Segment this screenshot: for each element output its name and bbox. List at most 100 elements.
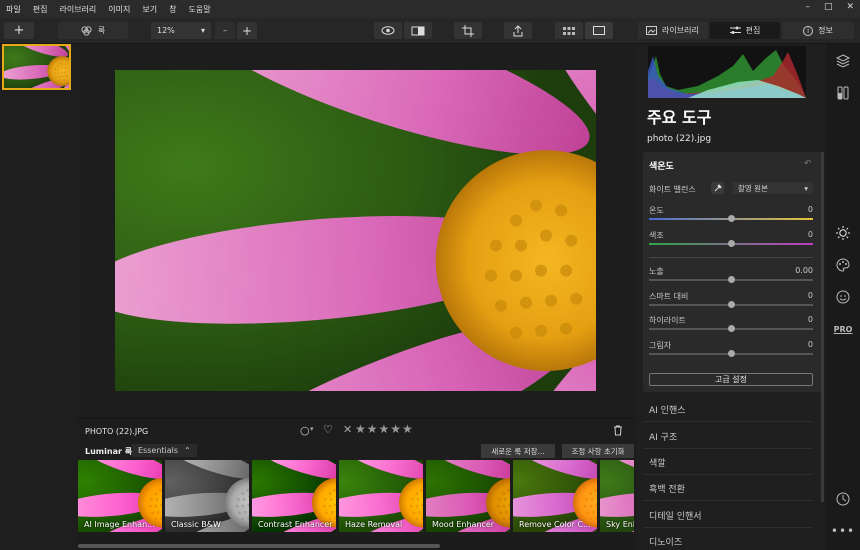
palette-icon[interactable] — [834, 256, 852, 274]
tab-library[interactable]: 라이브러리 — [638, 22, 708, 39]
more-icon[interactable]: ••• — [831, 522, 854, 540]
thumbnail-image — [4, 46, 69, 88]
smile-icon[interactable] — [834, 288, 852, 306]
preview-button[interactable] — [374, 22, 402, 39]
slider-label: 스마트 대비 — [649, 292, 689, 301]
look-thumbnail[interactable]: Haze Removal — [339, 460, 423, 532]
menu-library[interactable]: 라이브러리 — [59, 4, 96, 15]
look-label: Mood Enhancer — [432, 520, 495, 529]
minimize-button[interactable]: – — [805, 2, 810, 12]
toolbar: + 룩 12% ▾ – + 라이브러리 편집 i 정보 — [0, 18, 860, 44]
adjust-icon[interactable] — [834, 84, 852, 102]
divider — [643, 474, 813, 475]
section-color[interactable]: 색깔 — [649, 456, 666, 469]
highlights-slider[interactable] — [649, 325, 813, 332]
menu-view[interactable]: 보기 — [142, 4, 157, 15]
star-rating[interactable]: ★★★★★ — [355, 422, 414, 436]
menu-image[interactable]: 이미지 — [108, 4, 130, 15]
look-thumbnail[interactable]: AI Image Enhan... — [78, 460, 162, 532]
shadows-slider[interactable] — [649, 350, 813, 357]
reject-icon[interactable]: ✕ — [343, 423, 352, 436]
look-thumbnail[interactable]: Remove Color C... — [513, 460, 597, 532]
white-balance-select[interactable]: 촬영 원본 ▾ — [733, 182, 813, 194]
zoom-select[interactable]: 12% ▾ — [151, 22, 211, 39]
slider-value: 0 — [807, 291, 813, 300]
menu-help[interactable]: 도움말 — [188, 4, 210, 15]
slider-value: 0 — [807, 315, 813, 324]
temperature-slider[interactable] — [649, 215, 813, 222]
looks-strip: AI Image Enhan... Classic B&W Contrast E… — [78, 460, 634, 532]
section-details-enhancer[interactable]: 디테일 인핸서 — [649, 509, 702, 522]
zoom-in-button[interactable]: + — [237, 22, 257, 39]
slider-knob[interactable] — [727, 325, 735, 332]
color-label-dropdown-icon[interactable]: ▾ — [310, 425, 314, 433]
look-thumbnail[interactable]: Mood Enhancer — [426, 460, 510, 532]
single-view-icon — [593, 26, 605, 35]
compare-button[interactable] — [404, 22, 432, 39]
panel-scrollbar[interactable] — [821, 152, 824, 502]
menu-window[interactable]: 창 — [169, 4, 176, 15]
look-thumbnail[interactable]: Classic B&W — [165, 460, 249, 532]
look-thumbnail[interactable]: Contrast Enhancer — [252, 460, 336, 532]
eyedropper-button[interactable] — [711, 182, 724, 194]
single-view-button[interactable] — [585, 22, 613, 39]
maximize-button[interactable]: □ — [824, 2, 833, 12]
grid-view-button[interactable] — [555, 22, 583, 39]
sun-icon[interactable] — [834, 224, 852, 242]
section-bw-conversion[interactable]: 흑백 전환 — [649, 482, 685, 495]
color-label-icon[interactable]: ○ — [300, 424, 310, 437]
heart-icon[interactable]: ♡ — [323, 423, 333, 436]
tab-library-label: 라이브러리 — [662, 26, 699, 35]
share-button[interactable] — [504, 22, 532, 39]
save-new-look-button[interactable]: 새로운 룩 저장... — [481, 444, 555, 458]
undo-icon[interactable]: ↶ — [804, 159, 812, 169]
white-balance-value: 촬영 원본 — [738, 183, 768, 193]
history-icon[interactable] — [834, 490, 852, 508]
section-ai-structure[interactable]: AI 구조 — [649, 430, 677, 443]
reset-adjustments-button[interactable]: 조정 사항 초기화 — [562, 444, 634, 458]
looks-category-select[interactable]: Essentials ⌃ — [132, 444, 197, 457]
zoom-out-button[interactable]: – — [215, 22, 235, 39]
crop-icon — [462, 24, 474, 37]
slider-label: 온도 — [649, 206, 664, 215]
slider-label: 하이라이트 — [649, 316, 686, 325]
menu-file[interactable]: 파일 — [6, 4, 21, 15]
slider-value: 0 — [807, 205, 813, 214]
looks-scrollbar[interactable] — [78, 544, 440, 548]
look-thumbnail[interactable]: Sky Enha — [600, 460, 634, 532]
pro-icon[interactable]: PRO — [834, 320, 853, 338]
menu-edit[interactable]: 편집 — [33, 4, 48, 15]
tint-slider[interactable] — [649, 240, 813, 247]
slider-label: 그림자 — [649, 341, 672, 350]
tab-edit[interactable]: 편집 — [710, 22, 780, 39]
exposure-slider[interactable] — [649, 276, 813, 283]
smart-contrast-slider[interactable] — [649, 301, 813, 308]
close-button[interactable]: ✕ — [846, 2, 854, 12]
divider — [649, 257, 813, 258]
zoom-value: 12% — [157, 26, 175, 35]
white-balance-label: 화이트 밸런스 — [649, 185, 696, 194]
divider — [643, 421, 813, 422]
selected-thumbnail[interactable] — [2, 44, 71, 90]
layers-icon[interactable] — [834, 52, 852, 70]
crop-button[interactable] — [454, 22, 482, 39]
slider-knob[interactable] — [727, 215, 735, 222]
chevron-up-icon: ⌃ — [184, 446, 191, 455]
tab-info[interactable]: i 정보 — [782, 22, 854, 39]
main-photo[interactable] — [115, 70, 596, 391]
eye-icon — [381, 26, 395, 35]
section-denoise[interactable]: 디노이즈 — [649, 535, 682, 548]
slider-knob[interactable] — [727, 301, 735, 308]
slider-label: 색조 — [649, 231, 664, 240]
looks-button[interactable]: 룩 — [58, 22, 128, 39]
color-temp-section-title[interactable]: 색온도 — [649, 159, 674, 172]
section-ai-enhance[interactable]: AI 인핸스 — [649, 403, 686, 416]
slider-knob[interactable] — [727, 240, 735, 247]
add-photos-button[interactable]: + — [4, 22, 34, 39]
trash-icon[interactable] — [613, 425, 623, 436]
slider-knob[interactable] — [727, 350, 735, 357]
panel-title: 주요 도구 — [647, 108, 712, 127]
info-icon: i — [803, 25, 814, 36]
slider-knob[interactable] — [727, 276, 735, 283]
advanced-settings-button[interactable]: 고급 설정 — [649, 373, 813, 386]
